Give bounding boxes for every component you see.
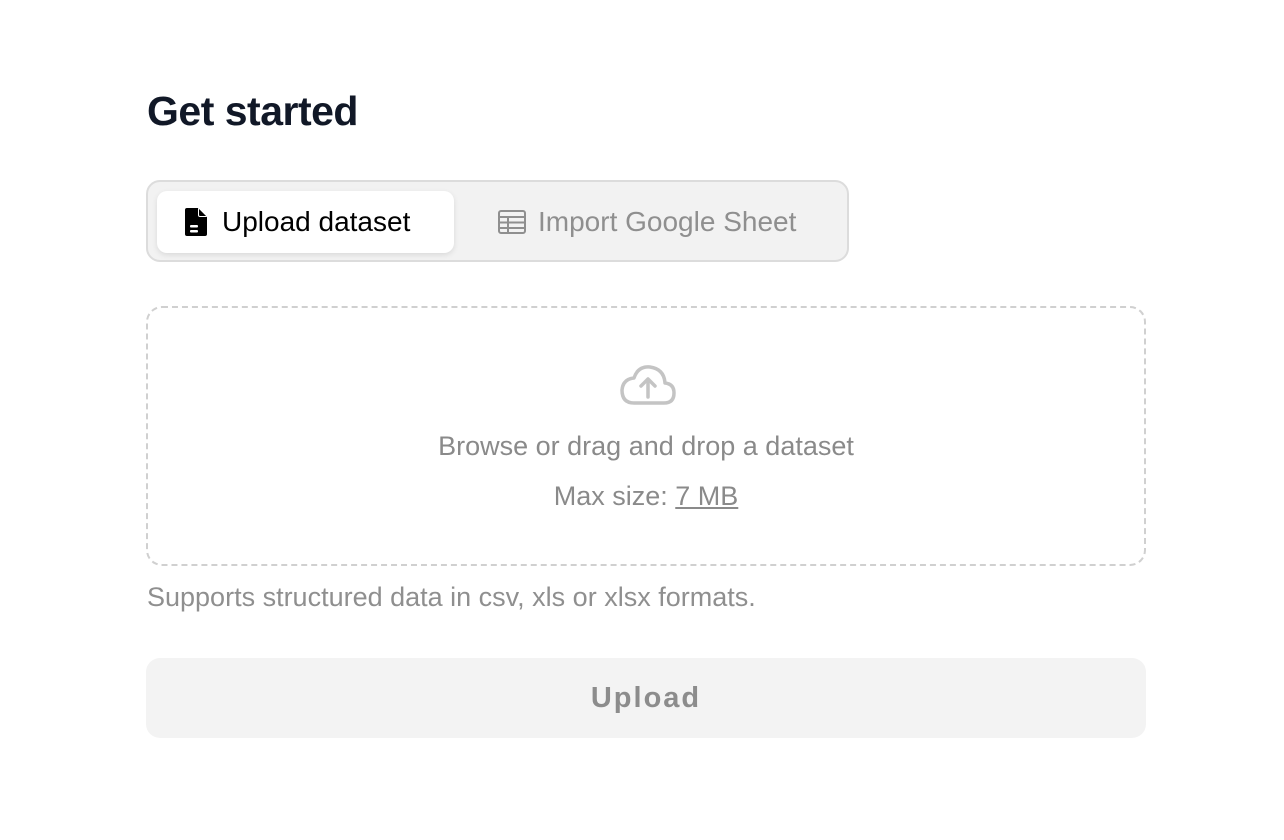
file-dropzone[interactable]: Browse or drag and drop a dataset Max si… <box>146 306 1146 566</box>
source-tab-group: Upload dataset Import Google Sheet <box>146 180 849 262</box>
tab-import-google-sheet[interactable]: Import Google Sheet <box>458 191 838 253</box>
max-size-note: Max size: 7 MB <box>148 480 1144 512</box>
tab-upload-dataset[interactable]: Upload dataset <box>157 191 454 253</box>
spreadsheet-icon <box>498 208 526 236</box>
max-size-value[interactable]: 7 MB <box>675 481 738 511</box>
max-size-label: Max size: <box>553 481 676 511</box>
dropzone-prompt: Browse or drag and drop a dataset <box>438 431 854 461</box>
document-icon <box>182 208 210 236</box>
tab-import-google-sheet-label: Import Google Sheet <box>538 206 797 237</box>
tab-upload-dataset-label: Upload dataset <box>222 206 411 237</box>
cloud-upload-icon <box>620 363 676 409</box>
supported-formats-text: Supports structured data in csv, xls or … <box>147 582 756 612</box>
page-title: Get started <box>147 88 358 134</box>
upload-button[interactable]: Upload <box>146 658 1146 738</box>
